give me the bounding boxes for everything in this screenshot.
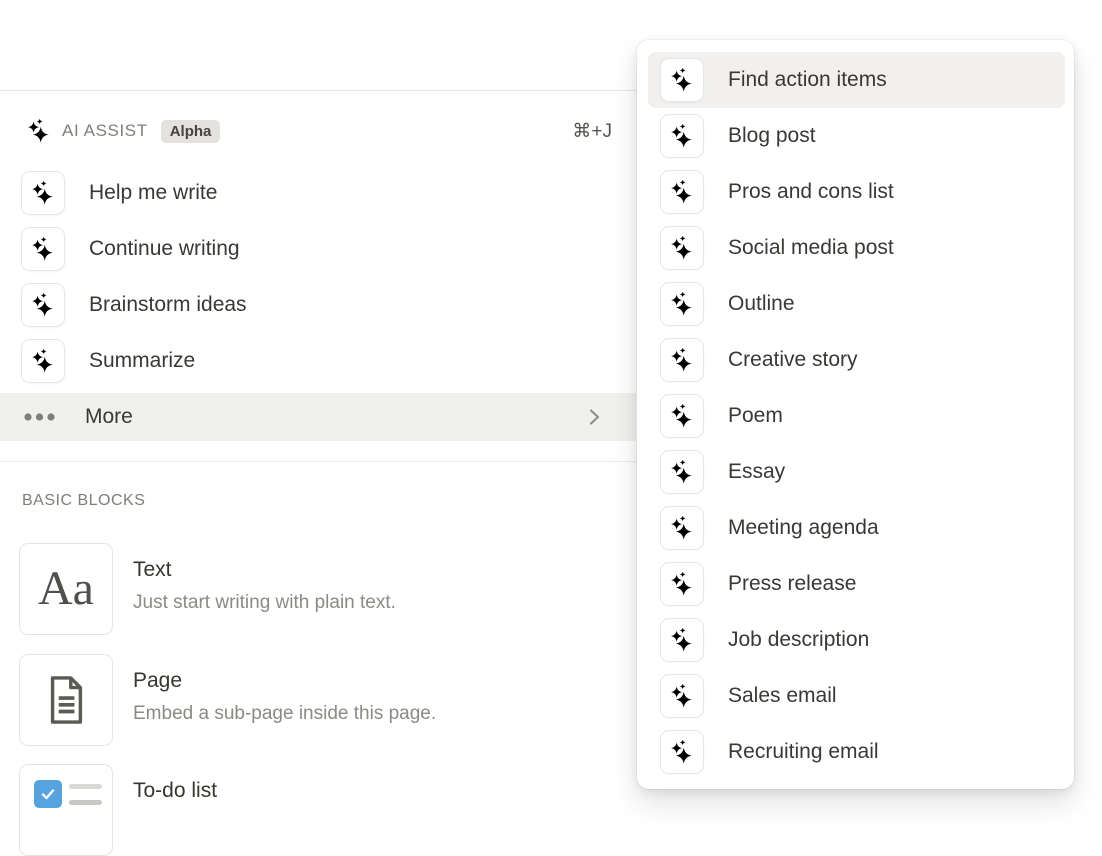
ai-item-continue-writing[interactable]: Continue writing: [0, 221, 636, 277]
ai-item-label: Continue writing: [89, 237, 240, 261]
block-title: To-do list: [133, 778, 217, 803]
submenu-item-blog-post[interactable]: Blog post: [648, 108, 1065, 164]
block-subtitle: Embed a sub-page inside this page.: [133, 702, 436, 725]
block-item-text[interactable]: Aa Text Just start writing with plain te…: [19, 543, 636, 635]
submenu-item-label: Essay: [728, 460, 785, 484]
ai-sparkle-icon: [660, 226, 704, 270]
ai-sparkle-icon: [660, 618, 704, 662]
ai-item-summarize[interactable]: Summarize: [0, 333, 636, 389]
ai-sparkle-icon: [660, 730, 704, 774]
ai-sparkle-icon: [660, 170, 704, 214]
ai-item-brainstorm-ideas[interactable]: Brainstorm ideas: [0, 277, 636, 333]
submenu-item-label: Recruiting email: [728, 740, 879, 764]
submenu-item-label: Creative story: [728, 348, 858, 372]
ai-assist-label: AI ASSIST: [62, 121, 148, 141]
submenu-item-meeting-agenda[interactable]: Meeting agenda: [648, 500, 1065, 556]
ai-sparkle-icon: [26, 118, 52, 144]
submenu-item-label: Outline: [728, 292, 795, 316]
page-document-icon: [19, 654, 113, 746]
ai-assist-item-list: Help me write Continue writing Brainstor…: [0, 165, 636, 389]
ai-sparkle-icon: [660, 282, 704, 326]
ai-submenu-popup: Find action items Blog post Pros and con…: [637, 40, 1074, 789]
ai-sparkle-icon: [21, 227, 65, 271]
submenu-item-creative-story[interactable]: Creative story: [648, 332, 1065, 388]
ellipsis-icon: [24, 411, 55, 423]
submenu-item-job-description[interactable]: Job description: [648, 612, 1065, 668]
submenu-item-label: Job description: [728, 628, 869, 652]
submenu-item-find-action-items[interactable]: Find action items: [648, 52, 1065, 108]
block-title: Page: [133, 668, 436, 693]
ai-item-more[interactable]: More: [0, 393, 636, 441]
ai-sparkle-icon: [660, 394, 704, 438]
submenu-item-essay[interactable]: Essay: [648, 444, 1065, 500]
text-aa-icon: Aa: [19, 543, 113, 635]
ai-sparkle-icon: [660, 450, 704, 494]
submenu-item-label: Poem: [728, 404, 783, 428]
more-label: More: [85, 405, 133, 429]
ai-sparkle-icon: [660, 58, 704, 102]
ai-item-label: Brainstorm ideas: [89, 293, 247, 317]
block-title: Text: [133, 557, 396, 582]
ai-sparkle-icon: [660, 562, 704, 606]
submenu-item-label: Sales email: [728, 684, 837, 708]
ai-sparkle-icon: [660, 674, 704, 718]
todo-checkbox-icon: [19, 764, 113, 856]
ai-item-label: Help me write: [89, 181, 217, 205]
ai-sparkle-icon: [660, 338, 704, 382]
submenu-item-label: Blog post: [728, 124, 816, 148]
submenu-item-label: Pros and cons list: [728, 180, 894, 204]
alpha-badge: Alpha: [161, 120, 221, 143]
submenu-item-label: Social media post: [728, 236, 894, 260]
chevron-right-icon: [584, 406, 604, 428]
submenu-item-pros-and-cons-list[interactable]: Pros and cons list: [648, 164, 1065, 220]
ai-sparkle-icon: [660, 114, 704, 158]
ai-assist-header: AI ASSIST Alpha ⌘+J: [0, 109, 636, 153]
submenu-item-recruiting-email[interactable]: Recruiting email: [648, 724, 1065, 780]
section-divider: [0, 461, 636, 462]
ai-sparkle-icon: [660, 506, 704, 550]
basic-blocks-heading: BASIC BLOCKS: [22, 492, 636, 510]
ai-item-help-me-write[interactable]: Help me write: [0, 165, 636, 221]
submenu-item-label: Find action items: [728, 68, 887, 92]
block-subtitle: Just start writing with plain text.: [133, 591, 396, 614]
keyboard-shortcut-label: ⌘+J: [572, 120, 612, 143]
submenu-item-poem[interactable]: Poem: [648, 388, 1065, 444]
submenu-item-social-media-post[interactable]: Social media post: [648, 220, 1065, 276]
ai-sparkle-icon: [21, 283, 65, 327]
submenu-item-outline[interactable]: Outline: [648, 276, 1065, 332]
ai-item-label: Summarize: [89, 349, 195, 373]
submenu-item-sales-email[interactable]: Sales email: [648, 668, 1065, 724]
ai-sparkle-icon: [21, 339, 65, 383]
ai-sparkle-icon: [21, 171, 65, 215]
submenu-item-label: Meeting agenda: [728, 516, 879, 540]
submenu-item-label: Press release: [728, 572, 856, 596]
block-item-page[interactable]: Page Embed a sub-page inside this page.: [19, 654, 636, 746]
submenu-item-press-release[interactable]: Press release: [648, 556, 1065, 612]
slash-menu-panel: AI ASSIST Alpha ⌘+J Help me write Contin…: [0, 90, 636, 812]
block-item-todo-list[interactable]: To-do list: [19, 764, 636, 856]
